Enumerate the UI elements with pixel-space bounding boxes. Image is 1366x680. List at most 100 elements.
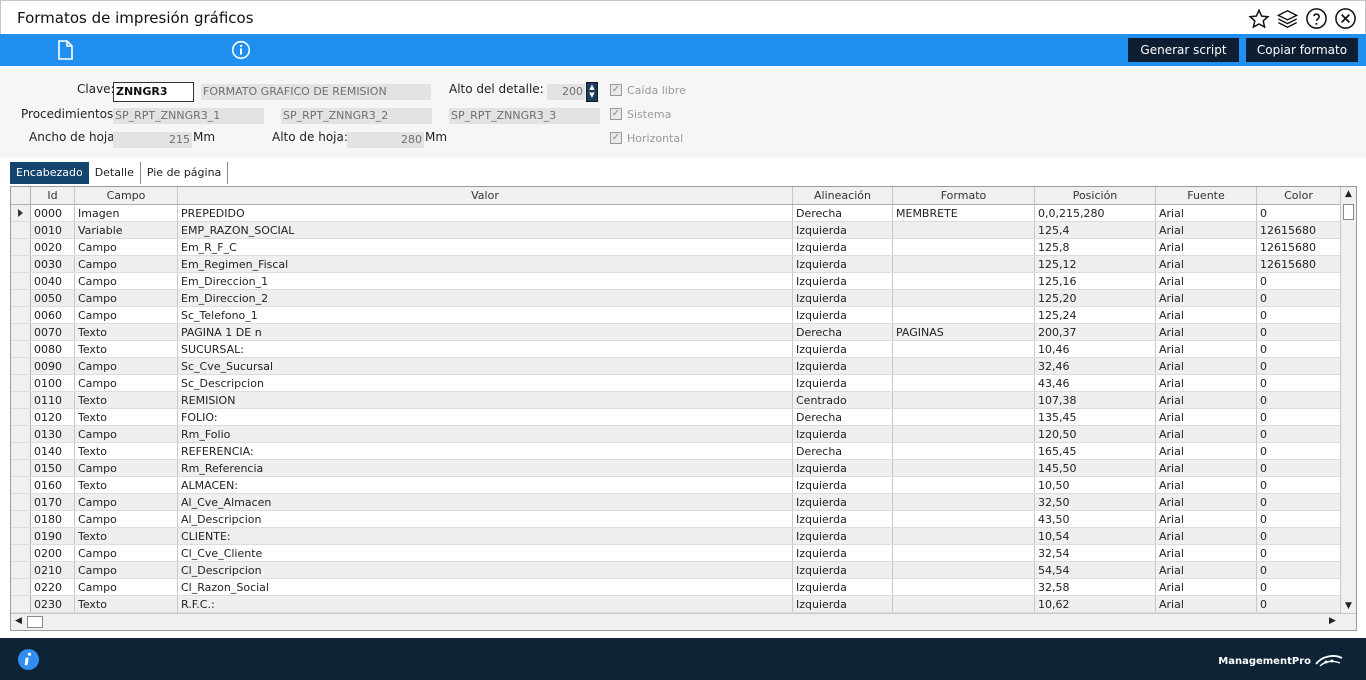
table-cell[interactable]: Texto (75, 392, 178, 408)
table-cell[interactable]: Campo (75, 375, 178, 391)
row-indicator[interactable] (11, 528, 31, 544)
table-cell[interactable]: 0 (1257, 494, 1341, 510)
table-cell[interactable]: CLIENTE: (178, 528, 793, 544)
row-indicator[interactable] (11, 409, 31, 425)
table-cell[interactable]: Campo (75, 460, 178, 476)
table-cell[interactable]: 0190 (31, 528, 75, 544)
table-cell[interactable]: Arial (1156, 477, 1257, 493)
table-cell[interactable] (893, 392, 1035, 408)
table-cell[interactable]: SUCURSAL: (178, 341, 793, 357)
table-cell[interactable]: 107,38 (1035, 392, 1156, 408)
layers-icon[interactable] (1276, 7, 1299, 30)
table-cell[interactable]: 10,62 (1035, 596, 1156, 612)
table-cell[interactable]: Sc_Descripcion (178, 375, 793, 391)
table-cell[interactable]: Derecha (793, 409, 893, 425)
vertical-scroll-thumb[interactable] (1343, 204, 1354, 220)
column-header-2[interactable]: Campo (75, 187, 178, 204)
procedimiento-3-field[interactable]: SP_RPT_ZNNGR3_3 (449, 108, 600, 124)
table-cell[interactable]: Izquierda (793, 494, 893, 510)
table-cell[interactable]: Arial (1156, 222, 1257, 238)
table-row[interactable]: 0100 Campo Sc_Descripcion Izquierda 43,46 Ari… (11, 375, 1341, 392)
table-row[interactable]: 0180 Campo Al_Descripcion Izquierda 43,50 Ari… (11, 511, 1341, 528)
table-cell[interactable]: FOLIO: (178, 409, 793, 425)
table-cell[interactable]: Izquierda (793, 579, 893, 595)
table-cell[interactable]: ALMACEN: (178, 477, 793, 493)
table-cell[interactable] (893, 222, 1035, 238)
table-cell[interactable]: 125,16 (1035, 273, 1156, 289)
table-cell[interactable]: 0080 (31, 341, 75, 357)
table-cell[interactable]: 10,54 (1035, 528, 1156, 544)
table-cell[interactable] (893, 307, 1035, 323)
table-cell[interactable]: 0 (1257, 596, 1341, 612)
table-cell[interactable]: Cl_Razon_Social (178, 579, 793, 595)
ancho-hoja-input[interactable]: 215 (113, 132, 192, 148)
table-cell[interactable]: 0140 (31, 443, 75, 459)
table-cell[interactable]: 0130 (31, 426, 75, 442)
table-cell[interactable] (893, 443, 1035, 459)
table-cell[interactable]: 125,20 (1035, 290, 1156, 306)
table-cell[interactable]: Rm_Folio (178, 426, 793, 442)
tab-encabezado[interactable]: Encabezado (10, 162, 89, 184)
table-cell[interactable]: 125,4 (1035, 222, 1156, 238)
table-cell[interactable]: 0210 (31, 562, 75, 578)
row-indicator[interactable] (11, 256, 31, 272)
table-cell[interactable] (893, 596, 1035, 612)
table-cell[interactable]: 125,12 (1035, 256, 1156, 272)
table-cell[interactable]: Em_Regimen_Fiscal (178, 256, 793, 272)
table-cell[interactable]: 145,50 (1035, 460, 1156, 476)
row-indicator[interactable] (11, 273, 31, 289)
table-row[interactable]: 0140 Texto REFERENCIA: Derecha 165,45 Arial 0 (11, 443, 1341, 460)
table-cell[interactable]: 0,0,215,280 (1035, 205, 1156, 221)
table-cell[interactable]: Izquierda (793, 477, 893, 493)
table-cell[interactable]: 125,8 (1035, 239, 1156, 255)
table-cell[interactable]: Arial (1156, 239, 1257, 255)
row-indicator[interactable] (11, 239, 31, 255)
table-cell[interactable] (893, 426, 1035, 442)
table-cell[interactable]: 165,45 (1035, 443, 1156, 459)
info-circle-icon[interactable] (17, 648, 40, 674)
table-cell[interactable]: Campo (75, 562, 178, 578)
table-cell[interactable]: Izquierda (793, 307, 893, 323)
table-cell[interactable]: 0040 (31, 273, 75, 289)
table-cell[interactable]: 0 (1257, 341, 1341, 357)
column-header-7[interactable]: Fuente (1156, 187, 1257, 204)
row-indicator[interactable] (11, 426, 31, 442)
scroll-right-icon[interactable]: ▶ (1325, 614, 1340, 629)
table-row[interactable]: 0060 Campo Sc_Telefono_1 Izquierda 125,24 Ari… (11, 307, 1341, 324)
row-indicator[interactable] (11, 511, 31, 527)
table-cell[interactable]: Imagen (75, 205, 178, 221)
row-indicator[interactable] (11, 494, 31, 510)
table-row[interactable]: 0190 Texto CLIENTE: Izquierda 10,54 Arial 0 (11, 528, 1341, 545)
vertical-scrollbar[interactable]: ▲ ▼ (1340, 187, 1356, 614)
table-cell[interactable]: Campo (75, 494, 178, 510)
table-cell[interactable]: Arial (1156, 545, 1257, 561)
table-cell[interactable] (893, 562, 1035, 578)
table-row[interactable]: 0010 Variable EMP_RAZON_SOCIAL Izquierda 125… (11, 222, 1341, 239)
column-header-4[interactable]: Alineación (793, 187, 893, 204)
row-indicator[interactable] (11, 562, 31, 578)
table-cell[interactable]: 32,50 (1035, 494, 1156, 510)
table-cell[interactable] (893, 579, 1035, 595)
table-row[interactable]: 0080 Texto SUCURSAL: Izquierda 10,46 Arial 0 (11, 341, 1341, 358)
column-header-6[interactable]: Posición (1035, 187, 1156, 204)
table-cell[interactable]: Campo (75, 256, 178, 272)
table-cell[interactable]: Sc_Cve_Sucursal (178, 358, 793, 374)
table-cell[interactable]: 43,46 (1035, 375, 1156, 391)
row-indicator[interactable] (11, 324, 31, 340)
table-cell[interactable]: 0 (1257, 545, 1341, 561)
star-icon[interactable] (1247, 7, 1270, 30)
row-indicator[interactable] (11, 307, 31, 323)
table-cell[interactable]: 0070 (31, 324, 75, 340)
new-document-icon[interactable] (56, 40, 76, 60)
table-cell[interactable]: Arial (1156, 307, 1257, 323)
table-cell[interactable]: Texto (75, 528, 178, 544)
table-cell[interactable]: Arial (1156, 256, 1257, 272)
horizontal-scroll-thumb[interactable] (27, 616, 43, 628)
row-indicator[interactable] (11, 460, 31, 476)
table-cell[interactable]: Derecha (793, 205, 893, 221)
table-cell[interactable]: 0030 (31, 256, 75, 272)
table-cell[interactable]: Variable (75, 222, 178, 238)
table-row[interactable]: 0120 Texto FOLIO: Derecha 135,45 Arial 0 (11, 409, 1341, 426)
chevron-down-icon[interactable]: ▼ (587, 91, 597, 99)
table-cell[interactable] (893, 239, 1035, 255)
